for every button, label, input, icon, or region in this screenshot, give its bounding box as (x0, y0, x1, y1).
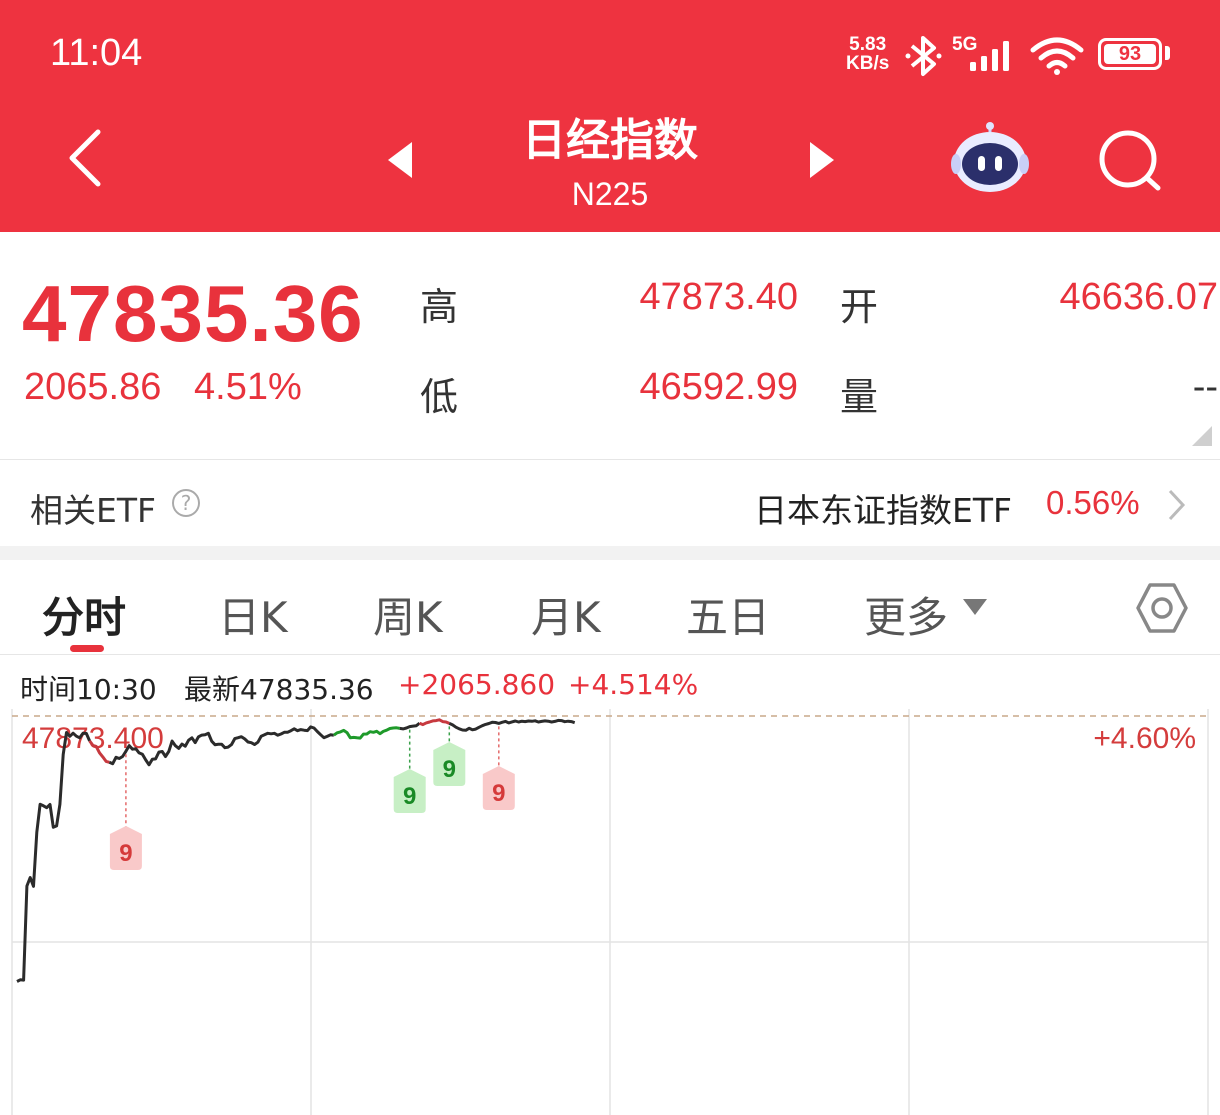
signal-marker-label: 9 (403, 783, 416, 810)
header-bar: 11:04 5.83 KB/s 5G 93 日经指数 N225 (0, 0, 1220, 232)
series-segment (419, 718, 450, 727)
related-etf-label: 相关ETF (30, 491, 156, 530)
tab-weekly-k[interactable]: 周K (373, 584, 443, 645)
signal-marker[interactable]: 9 (482, 726, 515, 810)
low-value: 46592.99 (639, 366, 799, 408)
series-segment (448, 718, 576, 732)
chevron-right-icon[interactable] (1166, 488, 1186, 522)
volume-label: 量 (840, 375, 879, 419)
status-bar: 11:04 5.83 KB/s 5G 93 (0, 0, 1220, 100)
low-label: 低 (420, 375, 459, 419)
signal-marker-label: 9 (492, 780, 505, 807)
signal-marker[interactable]: 9 (109, 754, 142, 870)
open-value: 46636.07 (1059, 276, 1219, 318)
etf-name[interactable]: 日本东证指数ETF (754, 484, 1012, 532)
intraday-chart[interactable]: 47873.400 +4.60% 9999 (0, 700, 1220, 1115)
signal-marker[interactable]: 9 (433, 726, 466, 786)
chart-high-pct-label: +4.60% (1093, 722, 1196, 755)
open-label: 开 (840, 285, 879, 329)
chart-high-price-label: 47873.400 (22, 722, 164, 755)
crosshair-change-pct: +4.514% (568, 668, 699, 701)
crosshair-change: +2065.860 (398, 668, 556, 701)
net-speed: 5.83 KB/s (846, 35, 889, 73)
signal-marker[interactable]: 9 (393, 729, 426, 813)
etf-change-pct[interactable]: 0.56% (1046, 484, 1140, 522)
series-segment (332, 726, 401, 740)
wifi-icon (1030, 37, 1084, 75)
price-change-pct: 4.51% (194, 366, 302, 408)
high-value: 47873.40 (639, 276, 799, 318)
price-change: 2065.86 (24, 366, 162, 408)
current-price: 47835.36 (22, 269, 364, 358)
tab-daily-k[interactable]: 日K (218, 584, 288, 645)
page-subtitle: N225 (571, 176, 649, 212)
volume-value: -- (1192, 366, 1218, 408)
battery-icon: 93 (1098, 38, 1162, 70)
net-speed-unit: KB/s (846, 53, 890, 74)
search-icon[interactable] (1098, 130, 1164, 194)
status-clock: 11:04 (50, 32, 143, 74)
tab-more[interactable]: 更多 (864, 584, 948, 645)
help-icon[interactable]: ? (172, 489, 200, 517)
net-speed-value: 5.83 (849, 34, 887, 55)
signal-marker-label: 9 (119, 840, 132, 867)
tab-monthly-k[interactable]: 月K (531, 584, 601, 645)
tab-five-day[interactable]: 五日 (686, 584, 770, 645)
high-label: 高 (420, 285, 459, 329)
active-tab-indicator (70, 645, 104, 652)
robot-assistant-icon[interactable] (950, 120, 1032, 196)
dropdown-arrow-icon[interactable] (962, 598, 988, 616)
page-title: 日经指数 (522, 115, 698, 166)
tab-intraday[interactable]: 分时 (42, 584, 126, 645)
expand-corner-icon[interactable] (1192, 426, 1212, 446)
chart-grid (11, 709, 1209, 1115)
signal-marker-label: 9 (443, 756, 456, 783)
next-index-button[interactable] (808, 140, 836, 180)
settings-icon[interactable] (1134, 580, 1190, 636)
series-segment (16, 731, 91, 983)
battery-level: 93 (1118, 43, 1142, 65)
bluetooth-icon (905, 36, 942, 76)
series-segment (399, 722, 421, 731)
signal-icon (970, 41, 1009, 71)
